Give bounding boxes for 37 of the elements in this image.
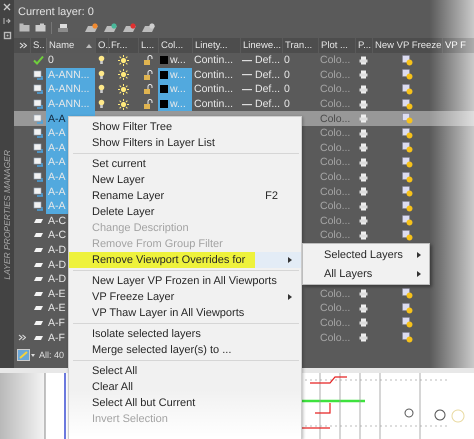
plot-style: Colo... xyxy=(319,126,352,141)
transparency-value: 0 xyxy=(283,82,291,97)
color-name: w... xyxy=(170,54,186,66)
plot-style: Colo... xyxy=(319,199,352,214)
plot-style: Colo... xyxy=(319,330,352,345)
lineweight-value: Def... xyxy=(255,98,280,110)
color-name: w... xyxy=(170,68,186,81)
plot-style: Colo... xyxy=(319,53,352,68)
lineweight-value: Def... xyxy=(255,68,280,81)
plot-style: Colo... xyxy=(319,286,352,302)
lineweight-value: Def... xyxy=(255,83,280,96)
color-name: w... xyxy=(170,83,186,96)
plot-style: Colo... xyxy=(319,155,352,170)
plot-style: Colo... xyxy=(319,214,352,228)
plot-style: Colo... xyxy=(319,68,352,82)
linetype-name: Contin... xyxy=(193,68,234,82)
color-name: w... xyxy=(170,98,186,110)
current-layer-label: Current layer: 0 xyxy=(17,5,94,20)
plot-style: Colo... xyxy=(319,184,352,199)
transparency-value: 0 xyxy=(283,68,291,82)
plot-style: Colo... xyxy=(319,170,352,184)
plot-style: Colo... xyxy=(319,301,352,316)
linetype-name: Contin... xyxy=(193,97,234,112)
layer-count: All: 40 xyxy=(39,350,64,360)
linetype-name: Contin... xyxy=(193,82,234,97)
shortcut-key: F2 xyxy=(265,190,292,202)
plot-style: Colo... xyxy=(319,316,352,330)
plot-style: Colo... xyxy=(319,140,352,156)
plot-style: Colo... xyxy=(319,228,352,243)
linetype-name: Contin... xyxy=(193,53,234,68)
transparency-value: 0 xyxy=(283,97,291,112)
plot-style: Colo... xyxy=(319,112,352,126)
lineweight-value: Def... xyxy=(255,54,280,66)
palette-title: LAYER PROPERTIES MANAGER xyxy=(2,150,12,280)
plot-style: Colo... xyxy=(319,97,352,112)
plot-style: Colo... xyxy=(319,82,352,97)
transparency-value: 0 xyxy=(283,53,291,68)
